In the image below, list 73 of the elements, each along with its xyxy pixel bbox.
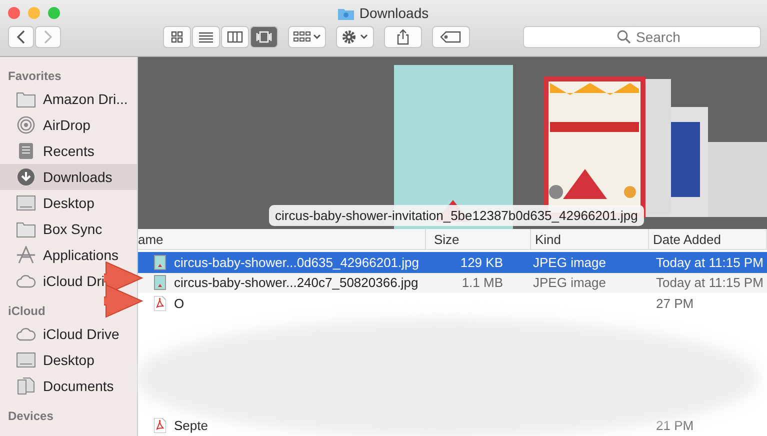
window-title: Downloads — [359, 5, 429, 21]
table-cell-text: JPEG image — [532, 275, 607, 290]
recents-icon — [16, 142, 36, 160]
table-cell-text: 1.1 MB — [460, 275, 504, 290]
sidebar-heading: Favorites — [7, 68, 62, 85]
column-view-button[interactable] — [221, 26, 249, 48]
tag-icon — [440, 31, 462, 43]
sidebar-item[interactable]: iCloud Drive — [0, 321, 124, 347]
gear-icon — [341, 29, 369, 45]
sidebar-item[interactable]: Downloads — [0, 164, 137, 190]
sidebar-item[interactable]: Applications — [0, 242, 122, 268]
sidebar-item[interactable]: Desktop — [0, 347, 98, 373]
table-cell-text: Today at 11:15 PM — [655, 275, 764, 290]
share-button[interactable] — [384, 26, 422, 48]
file-row[interactable]: O 27 PM — [138, 293, 767, 314]
grid-dropdown-icon — [293, 31, 321, 43]
table-cell-text: Today at 11:15 PM — [655, 254, 764, 270]
file-name: circus-baby-shower...240c7_50820366.jpg — [174, 275, 418, 290]
desktop-icon — [16, 194, 36, 212]
airdrop-icon — [16, 116, 36, 134]
chevron-right-icon — [43, 30, 53, 44]
table-cell-text: 129 KB — [459, 254, 504, 270]
sidebar-item[interactable]: AirDrop — [0, 112, 94, 138]
sidebar-item[interactable]: iCloud Dri — [0, 268, 108, 294]
tag-button[interactable] — [432, 26, 470, 48]
icon-view-button[interactable] — [163, 26, 191, 48]
folder-icon — [16, 220, 36, 238]
documents-icon — [16, 377, 36, 395]
cover-flow-icon — [256, 31, 272, 43]
table-cell-text: 27 PM — [655, 296, 695, 311]
arrow-drawing — [104, 283, 144, 319]
column-header[interactable]: Date Added — [649, 229, 767, 249]
cover-flow-button[interactable] — [250, 26, 278, 48]
file-row[interactable]: circus-baby-shower...0d635_42966201.jpg 129 KB JPEG image Today at 11:15 PM — [138, 252, 767, 272]
list-view-button[interactable] — [192, 26, 220, 48]
search-icon — [617, 30, 631, 44]
download-icon — [16, 168, 36, 186]
file-name: Septe — [174, 418, 208, 434]
column-header[interactable]: Kind — [531, 229, 649, 249]
applications-icon — [16, 246, 36, 264]
file-name: circus-baby-shower...0d635_42966201.jpg — [174, 254, 420, 270]
back-button[interactable] — [8, 26, 34, 48]
chevron-left-icon — [16, 30, 26, 44]
sidebar-item[interactable]: Documents — [0, 373, 118, 399]
sidebar-item[interactable]: Box Sync — [0, 216, 106, 242]
action-button[interactable] — [336, 26, 374, 48]
table-cell-text: JPEG image — [532, 254, 607, 270]
sidebar-item[interactable]: Desktop — [0, 190, 98, 216]
arrange-button[interactable] — [288, 26, 326, 48]
file-name: O — [174, 296, 184, 311]
sidebar-item[interactable]: Recents — [0, 138, 98, 164]
column-header[interactable]: Size — [426, 229, 531, 249]
image-file-icon — [154, 254, 166, 270]
image-file-icon — [154, 275, 166, 290]
folder-icon — [338, 6, 354, 20]
cloud-icon — [16, 325, 36, 343]
table-cell-text: 21 PM — [655, 418, 695, 434]
grid-icon — [169, 31, 185, 43]
share-icon — [396, 29, 410, 45]
sidebar-heading: iCloud — [7, 303, 46, 320]
pdf-file-icon — [154, 418, 166, 434]
column-header[interactable]: ame — [138, 229, 426, 249]
cloud-icon — [16, 272, 36, 290]
search-field[interactable]: Search — [523, 26, 761, 48]
file-name-label: circus-baby-shower-invitation_5be12387b0d635_42966201.jpg — [269, 205, 644, 226]
file-row[interactable]: circus-baby-shower...240c7_50820366.jpg 1.1 MB JPEG image Today at 11:15 PM — [138, 272, 767, 293]
sidebar-heading: Devices — [7, 408, 54, 425]
columns-icon — [227, 31, 243, 43]
sidebar-item[interactable]: Amazon Dri... — [0, 86, 132, 112]
list-icon — [198, 31, 214, 43]
desktop-icon — [16, 351, 36, 369]
pdf-file-icon — [154, 296, 166, 311]
folder-icon — [16, 90, 36, 108]
